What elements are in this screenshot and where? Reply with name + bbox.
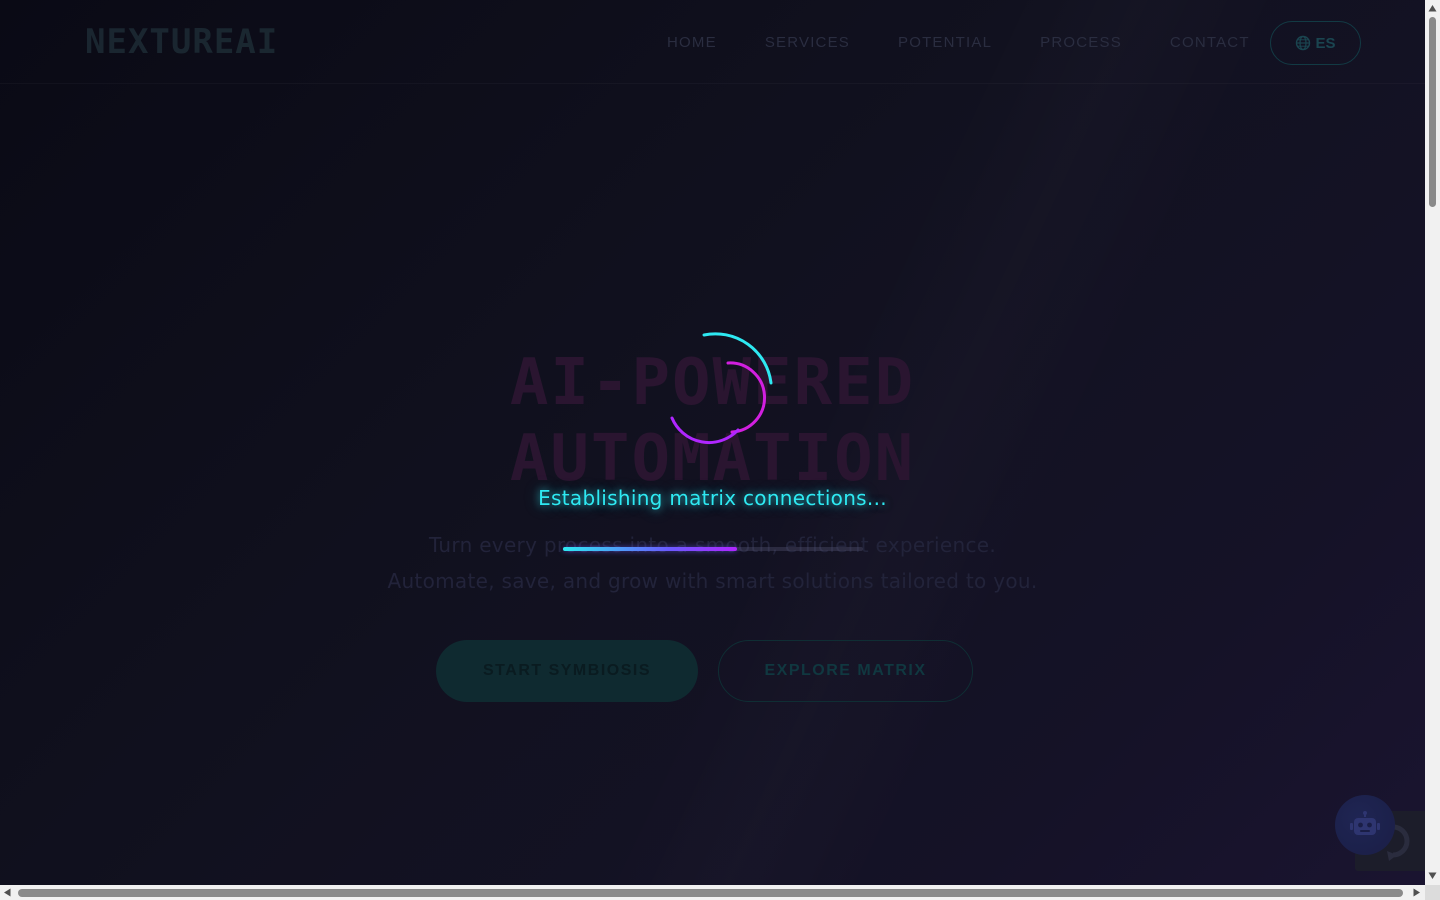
explore-matrix-button[interactable]: EXPLORE MATRIX <box>718 640 973 702</box>
nav-link-services[interactable]: SERVICES <box>765 34 850 51</box>
hero-subtitle-line2: Automate, save, and grow with smart solu… <box>387 569 1038 593</box>
scroll-right-arrow-icon[interactable] <box>1412 888 1421 897</box>
globe-icon <box>1296 35 1311 51</box>
nav-link-contact[interactable]: CONTACT <box>1170 34 1250 51</box>
nav-link-home[interactable]: HOME <box>667 34 717 51</box>
language-label: ES <box>1315 34 1336 52</box>
loading-progress-fill <box>563 547 737 551</box>
scroll-down-arrow-icon[interactable] <box>1428 871 1437 880</box>
page: NEXTUREAI HOME SERVICES POTENTIAL PROCES… <box>0 0 1425 885</box>
horizontal-scroll-thumb[interactable] <box>18 889 1403 897</box>
scroll-up-arrow-icon[interactable] <box>1428 4 1437 13</box>
loading-progress-bar <box>563 547 863 551</box>
loading-message: Establishing matrix connections... <box>538 486 887 510</box>
chatbot-button[interactable] <box>1335 795 1395 855</box>
scrollbar-corner <box>1425 885 1440 900</box>
scroll-left-arrow-icon[interactable] <box>3 888 12 897</box>
robot-icon <box>1350 811 1380 835</box>
nav-link-process[interactable]: PROCESS <box>1040 34 1122 51</box>
loading-spinner-icon <box>670 332 773 444</box>
vertical-scroll-thumb[interactable] <box>1429 17 1436 207</box>
start-symbiosis-button[interactable]: START SYMBIOSIS <box>436 640 698 702</box>
top-navigation: NEXTUREAI HOME SERVICES POTENTIAL PROCES… <box>0 0 1425 84</box>
vertical-scrollbar[interactable] <box>1425 0 1440 885</box>
language-toggle-button[interactable]: ES <box>1270 21 1361 65</box>
hero-subtitle-line1: Turn every process into a smooth, effici… <box>428 533 997 557</box>
horizontal-scrollbar[interactable] <box>0 885 1425 900</box>
brand-logo[interactable]: NEXTUREAI <box>85 22 278 62</box>
nav-links: HOME SERVICES POTENTIAL PROCESS CONTACT <box>667 34 1250 51</box>
nav-link-potential[interactable]: POTENTIAL <box>898 34 992 51</box>
